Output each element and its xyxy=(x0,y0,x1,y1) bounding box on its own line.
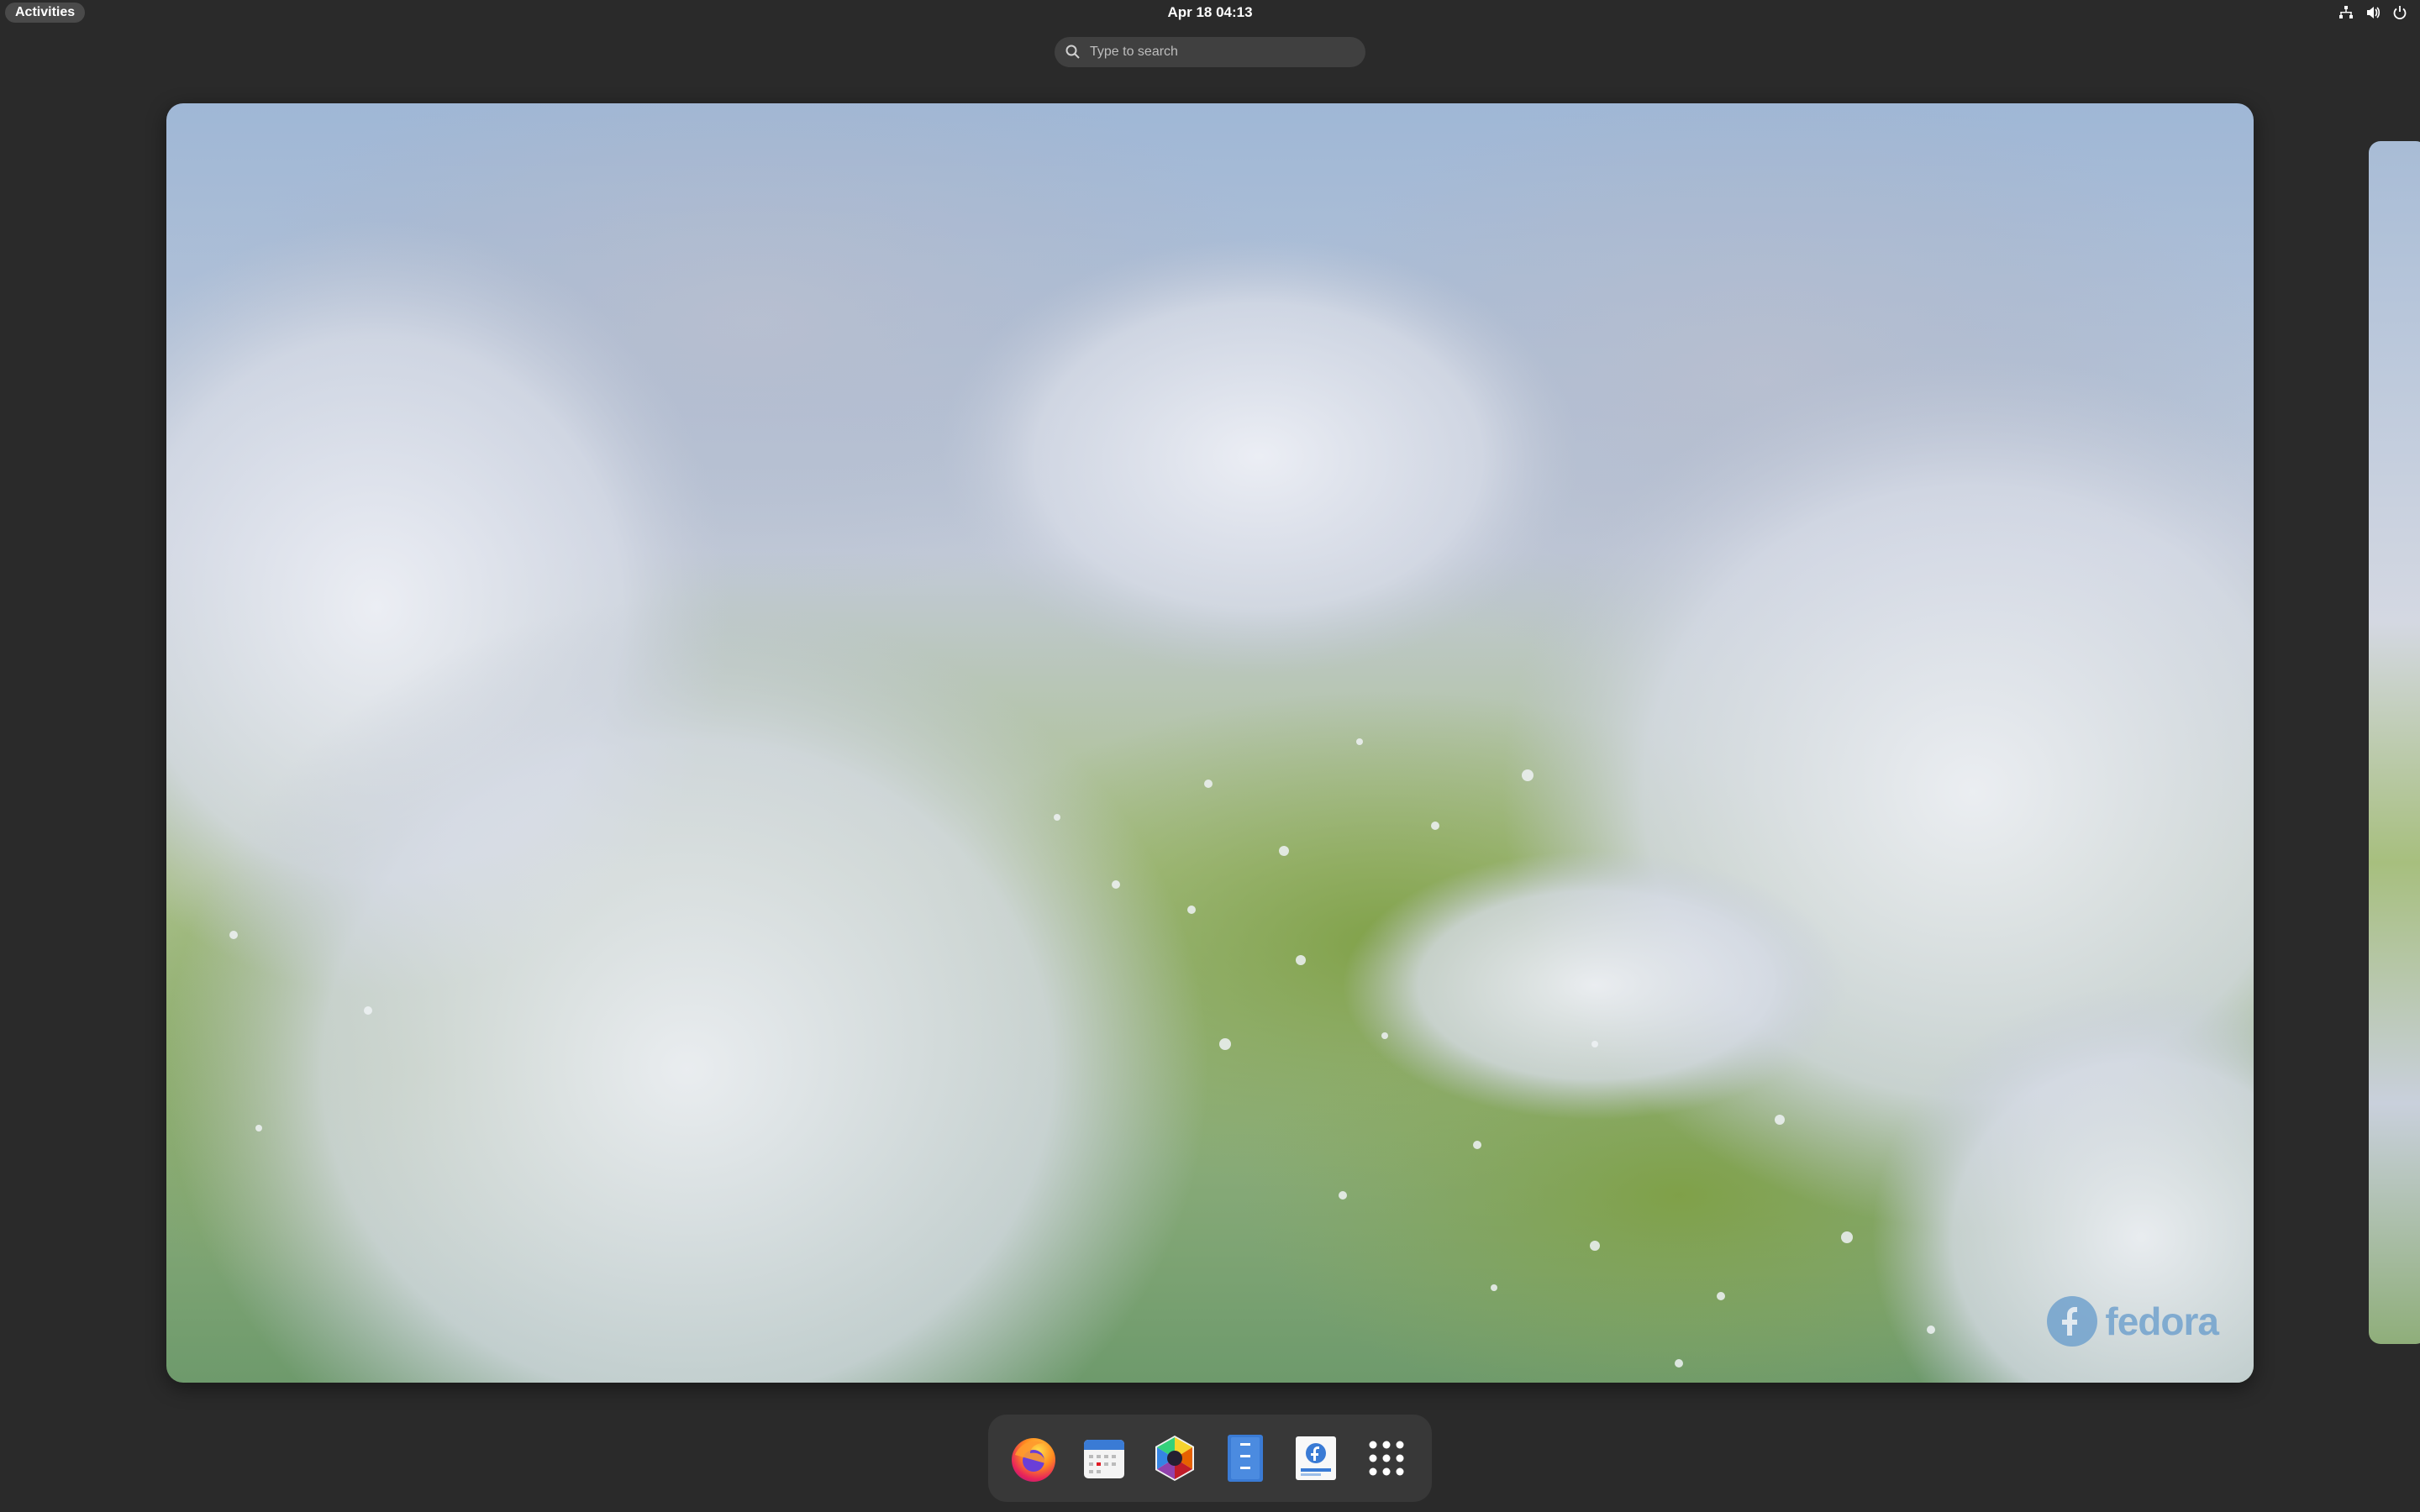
firefox-icon xyxy=(1012,1438,1055,1482)
volume-icon[interactable] xyxy=(2365,4,2381,21)
network-icon[interactable] xyxy=(2338,4,2354,21)
dash-app-firefox[interactable] xyxy=(1008,1433,1059,1483)
dash-app-fedora-docs[interactable] xyxy=(1291,1433,1341,1483)
top-bar: Activities Apr 18 04:13 xyxy=(0,0,2420,26)
search-icon xyxy=(1065,44,1081,60)
dash-app-calendar[interactable] xyxy=(1079,1433,1129,1483)
dash xyxy=(988,1415,1432,1502)
dash-app-text-editor[interactable] xyxy=(1220,1433,1270,1483)
activities-button[interactable]: Activities xyxy=(5,3,86,23)
show-applications-button[interactable] xyxy=(1361,1433,1412,1483)
dash-app-software[interactable] xyxy=(1150,1433,1200,1483)
calendar-icon xyxy=(1084,1440,1124,1478)
system-tray[interactable] xyxy=(2338,4,2408,21)
search-bar[interactable] xyxy=(1055,37,1365,67)
wallpaper xyxy=(166,103,2254,1383)
fedora-docs-icon xyxy=(1296,1436,1336,1480)
next-workspace-wallpaper xyxy=(2369,141,2420,1344)
app-grid-icon xyxy=(1369,1441,1404,1476)
clock[interactable]: Apr 18 04:13 xyxy=(1126,4,1294,21)
software-icon xyxy=(1155,1436,1194,1481)
workspace-thumbnail[interactable]: fedora xyxy=(166,103,2254,1383)
fedora-logo-text: fedora xyxy=(2105,1299,2219,1343)
next-workspace-thumbnail[interactable] xyxy=(2369,141,2420,1344)
search-input[interactable] xyxy=(1088,44,1360,60)
text-editor-icon xyxy=(1228,1435,1263,1482)
power-icon[interactable] xyxy=(2391,4,2408,21)
fedora-logo: fedora xyxy=(2046,1295,2219,1347)
